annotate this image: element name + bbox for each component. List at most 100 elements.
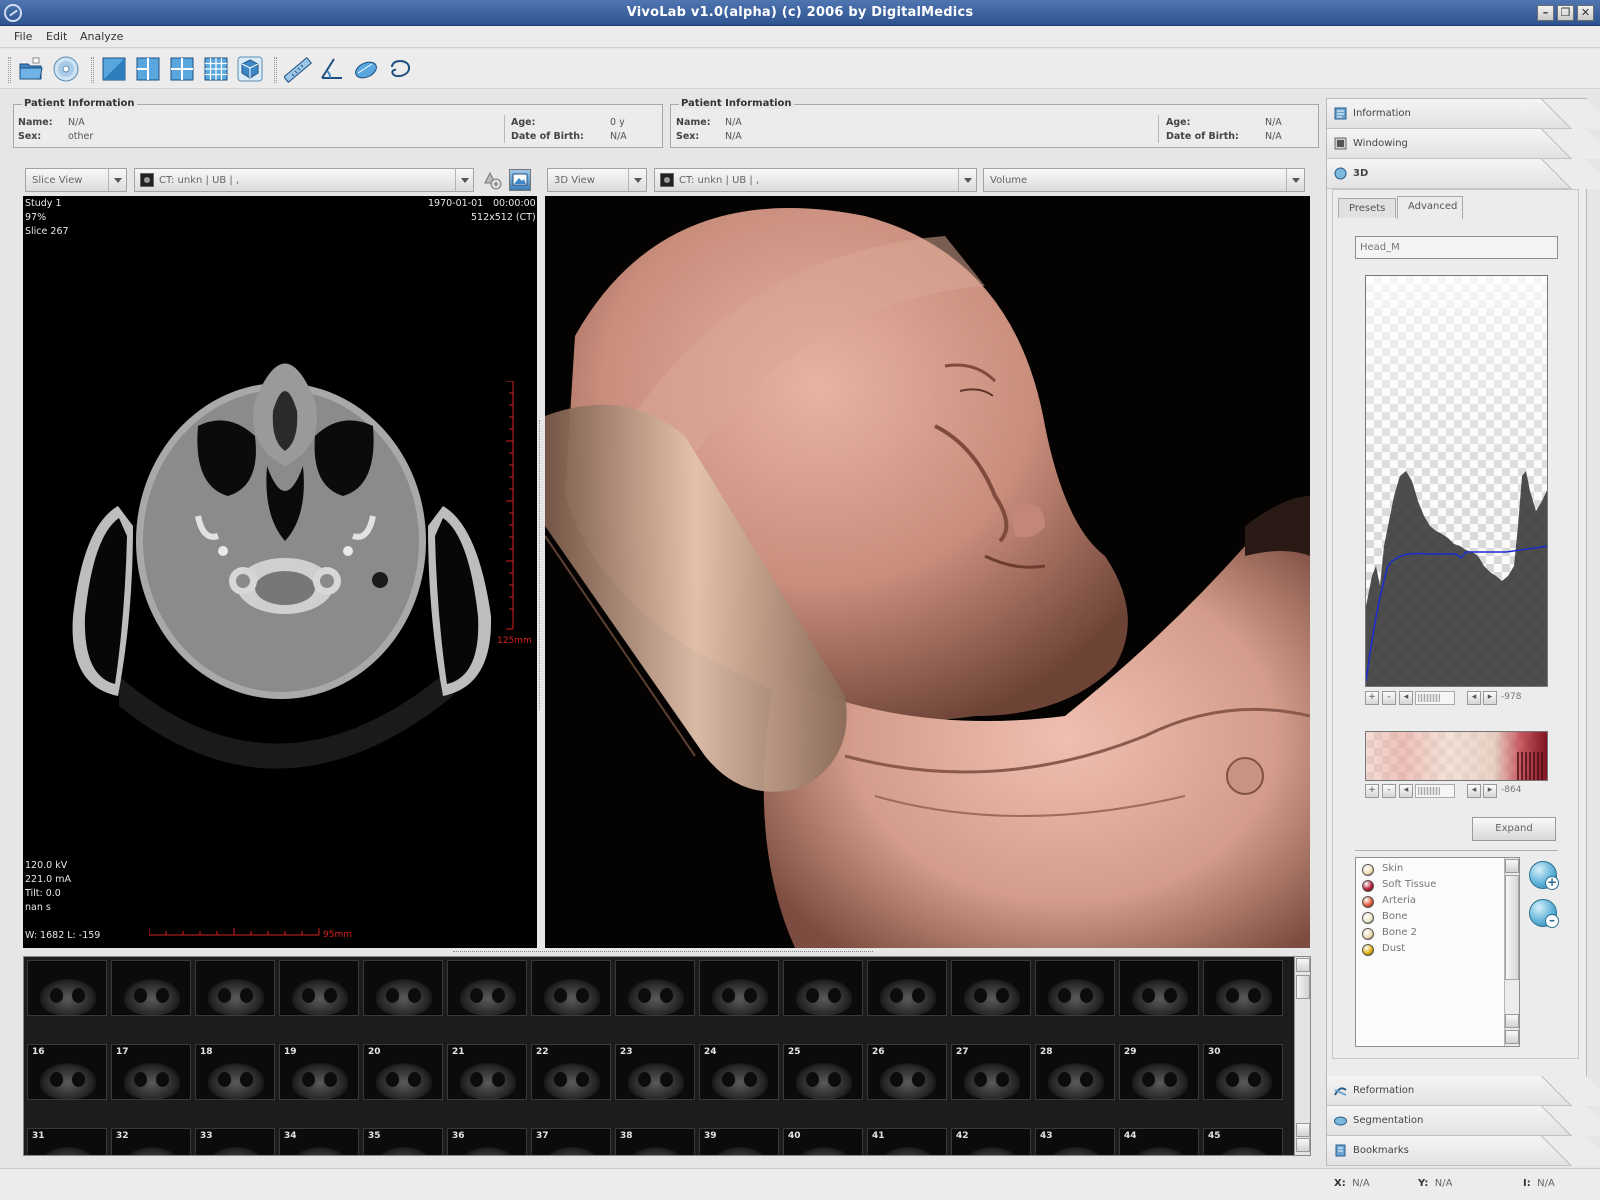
- thumbnail-cell[interactable]: 16: [27, 1044, 107, 1100]
- series-select[interactable]: CT: unkn | UB | ,: [134, 168, 474, 192]
- thumbnail-cell[interactable]: 18: [195, 1044, 275, 1100]
- view-mode-select[interactable]: 3D View: [547, 168, 647, 192]
- scroll-down-button[interactable]: [1505, 1030, 1519, 1044]
- sync-icon[interactable]: [481, 169, 503, 191]
- subtab-advanced[interactable]: Advanced: [1397, 196, 1463, 219]
- remove-tissue-button[interactable]: –: [1529, 899, 1559, 928]
- view-mode-select[interactable]: Slice View: [25, 168, 127, 192]
- scroll-right-button[interactable]: ▸: [1483, 784, 1497, 798]
- series-select[interactable]: CT: unkn | UB | ,: [654, 168, 977, 192]
- thumbnail-cell[interactable]: [1119, 960, 1199, 1016]
- thumbnail-cell[interactable]: 38: [615, 1128, 695, 1155]
- thumbnail-cell[interactable]: 27: [951, 1044, 1031, 1100]
- layout-grid-icon[interactable]: [202, 55, 230, 83]
- tissue-item[interactable]: Soft Tissue: [1362, 878, 1502, 894]
- list-scrollbar[interactable]: [1504, 858, 1519, 1046]
- thumbnail-cell[interactable]: 33: [195, 1128, 275, 1155]
- thumbnail-cell[interactable]: [195, 960, 275, 1016]
- tab-3d[interactable]: 3D: [1327, 159, 1600, 189]
- tissue-item[interactable]: Skin: [1362, 862, 1502, 878]
- thumbnail-cell[interactable]: 39: [699, 1128, 779, 1155]
- thumbnail-cell[interactable]: [699, 960, 779, 1016]
- tissue-list[interactable]: Skin Soft Tissue Arteria Bone Bone 2 Dust: [1355, 857, 1520, 1047]
- 3d-cube-icon[interactable]: [236, 55, 264, 83]
- thumbnail-cell[interactable]: 24: [699, 1044, 779, 1100]
- vertical-scrollbar[interactable]: [1294, 957, 1310, 1155]
- thumbnail-cell[interactable]: 30: [1203, 1044, 1283, 1100]
- scroll-up-button[interactable]: [1505, 859, 1519, 873]
- thumbnail-cell[interactable]: 20: [363, 1044, 443, 1100]
- menu-analyze[interactable]: Analyze: [80, 30, 123, 43]
- thumbnail-cell[interactable]: [867, 960, 947, 1016]
- menu-edit[interactable]: Edit: [46, 30, 67, 43]
- thumbnail-cell[interactable]: [615, 960, 695, 1016]
- slice-viewport[interactable]: Study 1 97% Slice 267 1970-01-01 00:00:0…: [23, 196, 537, 948]
- lasso-icon[interactable]: [386, 55, 414, 83]
- thumbnail-cell[interactable]: 17: [111, 1044, 191, 1100]
- close-button[interactable]: ✕: [1577, 5, 1594, 21]
- thumbnail-cell[interactable]: 21: [447, 1044, 527, 1100]
- tissue-item[interactable]: Dust: [1362, 942, 1502, 958]
- open-folder-icon[interactable]: [17, 55, 45, 83]
- thumbnail-cell[interactable]: [1035, 960, 1115, 1016]
- thumbnail-cell[interactable]: 31: [27, 1128, 107, 1155]
- add-tissue-button[interactable]: +: [1529, 861, 1559, 890]
- tab-bookmarks[interactable]: Bookmarks: [1327, 1136, 1600, 1166]
- scroll-thumb[interactable]: [1505, 875, 1519, 980]
- thumbnail-cell[interactable]: [111, 960, 191, 1016]
- thumbnail-cell[interactable]: [783, 960, 863, 1016]
- scroll-left-button[interactable]: ◂: [1399, 691, 1413, 705]
- thumbnail-cell[interactable]: 19: [279, 1044, 359, 1100]
- tissue-item[interactable]: Bone: [1362, 910, 1502, 926]
- scroll-thumb[interactable]: [1296, 975, 1310, 999]
- scroll-left-button[interactable]: ◂: [1399, 784, 1413, 798]
- thumbnail-cell[interactable]: 28: [1035, 1044, 1115, 1100]
- tissue-color-icon[interactable]: [1362, 928, 1374, 940]
- add-point-button[interactable]: +: [1365, 784, 1379, 798]
- thumbnail-cell[interactable]: 29: [1119, 1044, 1199, 1100]
- thumbnail-cell[interactable]: [279, 960, 359, 1016]
- thumbnail-cell[interactable]: [363, 960, 443, 1016]
- tissue-color-icon[interactable]: [1362, 912, 1374, 924]
- thumbnail-cell[interactable]: [951, 960, 1031, 1016]
- thumbnail-cell[interactable]: 36: [447, 1128, 527, 1155]
- color-transfer-function[interactable]: [1365, 731, 1548, 781]
- scroll-up-button[interactable]: [1296, 958, 1310, 972]
- thumbnail-cell[interactable]: 35: [363, 1128, 443, 1155]
- thumbnail-cell[interactable]: 26: [867, 1044, 947, 1100]
- menu-file[interactable]: File: [14, 30, 32, 43]
- layout-quad-icon[interactable]: [168, 55, 196, 83]
- render-mode-select[interactable]: Volume: [983, 168, 1305, 192]
- thumbnail-cell[interactable]: [447, 960, 527, 1016]
- tab-windowing[interactable]: Windowing: [1327, 129, 1600, 159]
- thumbnail-cell[interactable]: 41: [867, 1128, 947, 1155]
- opacity-transfer-function[interactable]: [1365, 275, 1548, 687]
- tissue-color-icon[interactable]: [1362, 880, 1374, 892]
- thumbnail-cell[interactable]: 44: [1119, 1128, 1199, 1155]
- thumbnail-cell[interactable]: 42: [951, 1128, 1031, 1155]
- thumbnail-cell[interactable]: 22: [531, 1044, 611, 1100]
- thumbnail-cell[interactable]: 32: [111, 1128, 191, 1155]
- tissue-color-icon[interactable]: [1362, 864, 1374, 876]
- tissue-color-icon[interactable]: [1362, 944, 1374, 956]
- scroll-left-button[interactable]: ◂: [1467, 691, 1481, 705]
- thumbnail-cell[interactable]: 34: [279, 1128, 359, 1155]
- expand-button[interactable]: Expand: [1472, 817, 1556, 841]
- scroll-down-button[interactable]: [1296, 1138, 1310, 1152]
- remove-point-button[interactable]: -: [1382, 691, 1396, 705]
- layout-split-icon[interactable]: [134, 55, 162, 83]
- scroll-right-button[interactable]: ▸: [1483, 691, 1497, 705]
- thumbnail-cell[interactable]: 40: [783, 1128, 863, 1155]
- thumbnail-cell[interactable]: [1203, 960, 1283, 1016]
- histogram-range-slider[interactable]: [1415, 691, 1455, 705]
- thumbnail-cell[interactable]: 43: [1035, 1128, 1115, 1155]
- region-icon[interactable]: [352, 55, 380, 83]
- maximize-button[interactable]: ❐: [1557, 5, 1574, 21]
- 3d-viewport[interactable]: [545, 196, 1310, 948]
- tab-segmentation[interactable]: Segmentation: [1327, 1106, 1600, 1136]
- add-point-button[interactable]: +: [1365, 691, 1379, 705]
- scroll-left-button[interactable]: ◂: [1467, 784, 1481, 798]
- remove-point-button[interactable]: -: [1382, 784, 1396, 798]
- thumbnail-cell[interactable]: [531, 960, 611, 1016]
- preset-name-field[interactable]: Head_M: [1355, 236, 1558, 259]
